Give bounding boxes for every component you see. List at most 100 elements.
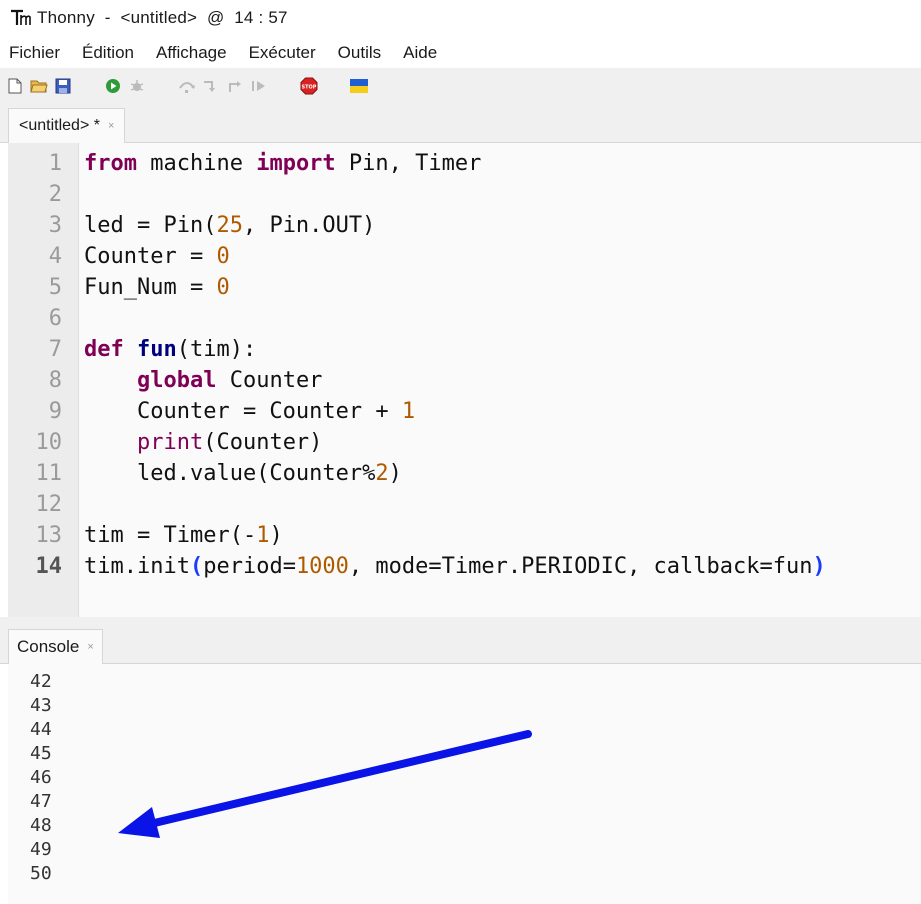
code-token: ) bbox=[388, 461, 402, 486]
code-token: , Pin.OUT) bbox=[242, 213, 376, 238]
console-tab-strip: Console × bbox=[0, 627, 921, 664]
step-over-icon[interactable] bbox=[178, 77, 196, 95]
code-editor[interactable]: 1 2 3 4 5 6 7 8 9 10 11 12 13 14 from ma… bbox=[8, 143, 921, 617]
stop-icon[interactable]: STOP bbox=[300, 77, 318, 95]
menu-fichier[interactable]: Fichier bbox=[0, 38, 71, 68]
code-token: Counter = bbox=[84, 244, 217, 269]
code-line-11: led.value(Counter%2) bbox=[84, 458, 921, 489]
line-number: 5 bbox=[48, 275, 62, 300]
number-literal: 1 bbox=[256, 523, 270, 548]
line-number: 1 bbox=[48, 151, 62, 176]
new-file-icon[interactable] bbox=[6, 77, 24, 95]
line-number: 10 bbox=[35, 430, 63, 455]
code-line-4: Counter = 0 bbox=[84, 241, 921, 272]
menu-outils[interactable]: Outils bbox=[327, 38, 392, 68]
tab-console[interactable]: Console × bbox=[8, 629, 103, 664]
thonny-logo-icon bbox=[9, 7, 31, 29]
matched-paren: ( bbox=[189, 554, 204, 579]
code-token: led.value(Counter% bbox=[136, 461, 376, 486]
code-line-14: tim.init(period=1000, mode=Timer.PERIODI… bbox=[84, 551, 921, 582]
number-literal: 25 bbox=[216, 213, 243, 238]
code-line-3: led = Pin(25, Pin.OUT) bbox=[84, 210, 921, 241]
save-icon[interactable] bbox=[54, 77, 72, 95]
number-literal: 0 bbox=[216, 275, 230, 300]
code-token: (Counter) bbox=[203, 430, 323, 455]
code-token: period= bbox=[203, 554, 296, 579]
code-token: Pin, Timer bbox=[335, 151, 482, 176]
code-line-13: tim = Timer(-1) bbox=[84, 520, 921, 551]
code-token: machine bbox=[136, 151, 257, 176]
code-token: , mode=Timer.PERIODIC, callback=fun bbox=[348, 554, 813, 579]
line-number: 6 bbox=[48, 306, 62, 331]
keyword: def bbox=[84, 337, 124, 362]
code-token: (tim): bbox=[176, 337, 257, 362]
code-line-9: Counter = Counter + 1 bbox=[84, 396, 921, 427]
line-number: 3 bbox=[48, 213, 62, 238]
window-title: Thonny - <untitled> @ 14 : 57 bbox=[37, 8, 288, 27]
code-token: ) bbox=[269, 523, 283, 548]
code-token: tim = Timer(- bbox=[84, 523, 257, 548]
keyword: from bbox=[84, 151, 137, 176]
pane-divider[interactable] bbox=[0, 617, 921, 627]
line-number: 7 bbox=[48, 337, 62, 362]
line-number: 9 bbox=[48, 399, 62, 424]
line-number: 8 bbox=[48, 368, 62, 393]
line-number: 12 bbox=[35, 492, 63, 517]
tab-close-icon[interactable]: × bbox=[108, 120, 114, 132]
console-output-line: 42 bbox=[30, 671, 52, 692]
code-line-5: Fun_Num = 0 bbox=[84, 272, 921, 303]
menu-executer[interactable]: Exécuter bbox=[238, 38, 327, 68]
code-text[interactable]: from machine import Pin, Timer led = Pin… bbox=[84, 148, 921, 582]
matched-paren: ) bbox=[812, 554, 826, 579]
code-line-8: global Counter bbox=[84, 365, 921, 396]
tab-untitled[interactable]: <untitled> * × bbox=[8, 108, 126, 143]
keyword: import bbox=[256, 151, 336, 176]
code-line-7: def fun(tim): bbox=[84, 334, 921, 365]
number-literal: 1000 bbox=[295, 554, 349, 579]
console-close-icon[interactable]: × bbox=[87, 641, 93, 653]
ukraine-flag-icon[interactable] bbox=[350, 77, 368, 95]
stop-label: STOP bbox=[302, 85, 317, 91]
line-number: 11 bbox=[35, 461, 63, 486]
console-output-line: 50 bbox=[30, 863, 52, 884]
code-token: led = Pin( bbox=[84, 213, 217, 238]
resume-icon[interactable] bbox=[250, 77, 268, 95]
step-out-icon[interactable] bbox=[226, 77, 244, 95]
code-token: Counter bbox=[216, 368, 323, 393]
code-token: tim.init bbox=[84, 554, 190, 579]
annotation-arrow-icon bbox=[118, 730, 532, 838]
code-token: Fun_Num = bbox=[84, 275, 217, 300]
code-token: Counter = Counter + bbox=[136, 399, 402, 424]
line-number: 2 bbox=[48, 182, 62, 207]
menu-aide[interactable]: Aide bbox=[392, 38, 448, 68]
line-number-gutter: 1 2 3 4 5 6 7 8 9 10 11 12 13 14 bbox=[8, 143, 79, 617]
tab-label: <untitled> * bbox=[19, 117, 100, 134]
code-line-10: print(Counter) bbox=[84, 427, 921, 458]
menu-affichage[interactable]: Affichage bbox=[145, 38, 238, 68]
open-file-icon[interactable] bbox=[30, 77, 48, 95]
menu-edition[interactable]: Édition bbox=[71, 38, 145, 68]
line-number: 13 bbox=[35, 523, 63, 548]
title-bar: Thonny - <untitled> @ 14 : 57 bbox=[0, 0, 921, 36]
builtin-name: print bbox=[136, 430, 204, 455]
number-literal: 2 bbox=[375, 461, 389, 486]
line-number: 4 bbox=[48, 244, 62, 269]
code-line-1: from machine import Pin, Timer bbox=[84, 148, 921, 179]
console-output-line: 43 bbox=[30, 695, 52, 716]
step-into-icon[interactable] bbox=[202, 77, 220, 95]
function-name: fun bbox=[137, 337, 177, 362]
run-icon[interactable] bbox=[104, 77, 122, 95]
editor-tab-strip: <untitled> * × bbox=[0, 104, 921, 143]
debug-icon[interactable] bbox=[128, 77, 146, 95]
toolbar: STOP bbox=[0, 68, 921, 104]
keyword: global bbox=[136, 368, 217, 393]
number-literal: 0 bbox=[216, 244, 230, 269]
number-literal: 1 bbox=[401, 399, 416, 424]
